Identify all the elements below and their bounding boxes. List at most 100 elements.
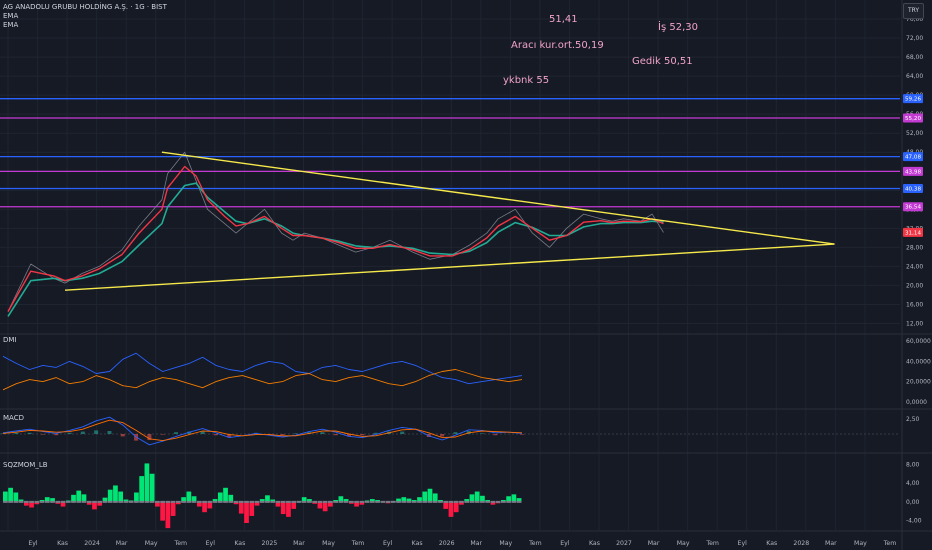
sqz-zero-marker [270, 500, 276, 503]
sqz-zero-marker [459, 500, 464, 503]
sqz-zero-marker [244, 500, 249, 503]
macd-histogram-bar [440, 434, 445, 437]
sqz-zero-marker [102, 500, 108, 503]
sqz-momentum-bar [217, 492, 223, 502]
macd-histogram-bar [80, 431, 85, 434]
sqz-zero-marker [265, 500, 270, 503]
level-price-label: 59,26 [905, 97, 921, 103]
x-tick-label: Kas [412, 540, 423, 547]
annotation-text[interactable]: Gedik 50,51 [632, 56, 693, 67]
sqz-momentum-bar [432, 493, 438, 502]
sqz-zero-marker [286, 500, 291, 503]
sqz-zero-marker [396, 500, 401, 503]
x-tick-label: May [322, 540, 335, 547]
x-tick-label: Kas [766, 540, 777, 547]
x-tick-label: Eyl [738, 540, 748, 547]
sqz-zero-marker [411, 500, 417, 503]
sqz-zero-marker [29, 500, 34, 503]
ema-indicator-label-2[interactable]: EMA [3, 21, 18, 30]
sqz-zero-marker [186, 500, 192, 503]
currency-badge[interactable]: TRY [903, 3, 924, 19]
sqz-zero-marker [349, 500, 354, 503]
sqz-zero-marker [259, 500, 265, 503]
macd-histogram-bar [14, 432, 19, 434]
sqz-zero-marker [118, 500, 124, 503]
x-tick-label: Kas [234, 540, 245, 547]
macd-histogram-bar [320, 432, 325, 434]
sqz-zero-marker [385, 500, 391, 503]
macd-histogram-bar [213, 434, 218, 436]
macd-histogram-bar [40, 434, 45, 435]
macd-pane-label[interactable]: MACD [3, 414, 24, 422]
macd-histogram-bar [400, 431, 405, 434]
x-tick-label: May [677, 540, 690, 547]
sqz-momentum-bar [92, 501, 97, 510]
y-tick-label: 72,00 [906, 35, 923, 42]
sqz-zero-marker [501, 500, 506, 503]
sqz-momentum-bar [249, 501, 255, 516]
sqz-momentum-bar [144, 463, 150, 502]
last-price-label: 31,14 [905, 230, 921, 236]
x-tick-label: 2025 [262, 540, 278, 547]
sqz-y-tick-label: 8,00 [906, 461, 920, 468]
sqz-zero-marker [3, 500, 8, 503]
sqz-momentum-bar [427, 488, 433, 502]
sqz-zero-marker [13, 500, 19, 503]
sqz-zero-marker [50, 500, 55, 503]
sqz-zero-marker [207, 500, 213, 503]
x-tick-label: Tem [883, 540, 897, 547]
sqz-zero-marker [364, 500, 370, 503]
annotation-text[interactable]: ykbnk 55 [503, 75, 549, 86]
sqz-zero-marker [128, 500, 134, 503]
sqz-zero-marker [8, 500, 13, 503]
sqz-zero-marker [516, 500, 522, 503]
sqz-zero-marker [485, 500, 491, 503]
dmi-pane-label[interactable]: DMI [3, 336, 17, 344]
macd-histogram-bar [360, 434, 365, 436]
sqz-zero-marker [338, 500, 344, 503]
macd-histogram-bar [120, 434, 125, 437]
sqz-zero-marker [506, 500, 511, 503]
sqz-momentum-bar [238, 501, 244, 514]
sqz-momentum-bar [228, 494, 234, 502]
sqz-zero-marker [328, 500, 333, 503]
macd-histogram-bar [453, 432, 458, 434]
sqz-zero-marker [464, 500, 470, 503]
sqz-y-tick-label: 4,00 [906, 480, 920, 487]
sqz-momentum-bar [244, 501, 249, 523]
macd-histogram-bar [493, 434, 498, 436]
macd-histogram-bar [94, 430, 99, 434]
sqz-zero-marker [369, 500, 375, 503]
sqz-zero-marker [92, 500, 97, 503]
sqz-zero-marker [296, 500, 302, 503]
x-tick-label: Tem [705, 540, 719, 547]
x-tick-label: May [854, 540, 867, 547]
annotation-text[interactable]: İş 52,30 [658, 22, 698, 33]
sqz-zero-marker [317, 500, 323, 503]
sqz-zero-marker [427, 500, 433, 503]
sqz-zero-marker [212, 500, 218, 503]
dmi-y-tick-label: 20,0000 [906, 379, 931, 386]
ema-indicator-label-1[interactable]: EMA [3, 12, 18, 21]
sqz-zero-marker [453, 500, 459, 503]
dmi-y-tick-label: 0,0000 [906, 399, 927, 406]
sqz-zero-marker [254, 500, 260, 503]
background [0, 0, 932, 550]
x-tick-label: Kas [57, 540, 68, 547]
dmi-y-tick-label: 40,0000 [906, 358, 931, 365]
annotation-text[interactable]: 51,41 [549, 14, 578, 25]
sqz-momentum-bar [13, 492, 19, 502]
sqz-zero-marker [448, 500, 454, 503]
sqz-zero-marker [55, 500, 61, 503]
sqz-zero-marker [113, 500, 118, 503]
sqz-zero-marker [81, 500, 87, 503]
sqz-zero-marker [233, 500, 239, 503]
sqz-zero-marker [359, 500, 365, 503]
chart-canvas[interactable]: Eyl Kas 2024 Mar May Tem Eyl Kas 2025 Mar May Tem Ey… [0, 0, 932, 550]
sqzmom-pane-label[interactable]: SQZMOM_LB [3, 461, 48, 469]
sqz-zero-marker [191, 500, 197, 503]
sqz-zero-marker [249, 500, 255, 503]
annotation-text[interactable]: Aracı kur.ort.50,19 [511, 40, 604, 51]
sqz-zero-marker [170, 500, 176, 503]
x-tick-label: May [499, 540, 512, 547]
